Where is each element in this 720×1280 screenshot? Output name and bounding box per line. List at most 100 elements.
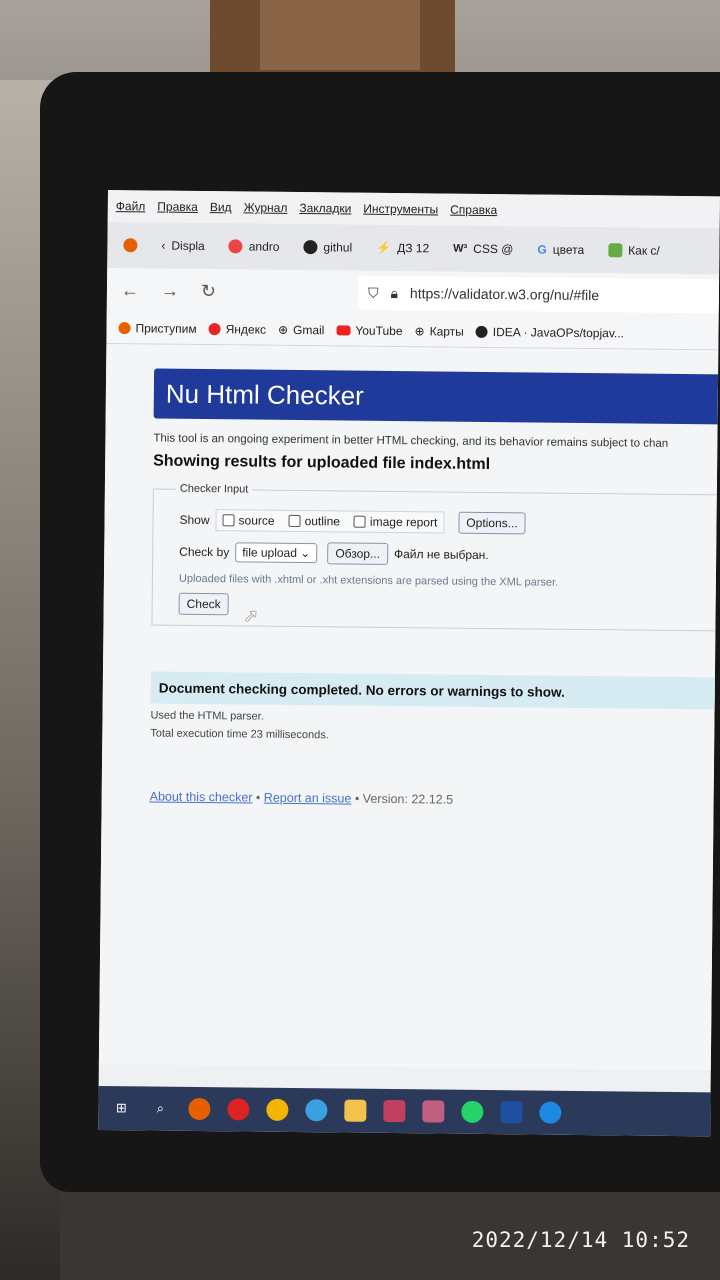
- shield-icon[interactable]: ⛉: [368, 284, 379, 301]
- app-icon[interactable]: [383, 1099, 406, 1123]
- globe-icon: ⊕: [414, 323, 425, 338]
- chevron-down-icon: ⌄: [300, 546, 311, 561]
- check-by-row: Check by file upload ⌄ Обзор... Файл не …: [179, 541, 720, 569]
- check-button[interactable]: Check: [178, 592, 229, 616]
- version-text: • Version: 22.12.5: [354, 791, 454, 807]
- menu-history[interactable]: Журнал: [244, 200, 288, 214]
- webstorm-icon[interactable]: [500, 1101, 523, 1124]
- google-icon: G: [537, 242, 547, 257]
- fieldset-legend: Checker Input: [179, 482, 249, 496]
- menu-help[interactable]: Справка: [450, 203, 497, 217]
- menu-bookmarks[interactable]: Закладки: [299, 201, 351, 216]
- search-icon[interactable]: ⌕: [149, 1097, 171, 1119]
- check-by-label: Check by: [179, 544, 230, 560]
- tab-label: Displa: [171, 238, 205, 254]
- show-options-group: source outline image report: [215, 509, 445, 534]
- mouse-cursor-icon: ➚: [243, 605, 259, 626]
- checker-input-fieldset: Checker Input Show source outline image …: [151, 482, 720, 632]
- show-label: Show: [179, 512, 210, 528]
- tab-colors[interactable]: Gцвета: [531, 242, 590, 257]
- firefox-icon: [123, 238, 138, 253]
- parser-info: Used the HTML parser.: [150, 709, 264, 723]
- app-icon[interactable]: [422, 1100, 445, 1123]
- windows-taskbar: ⊞ ⌕: [98, 1085, 711, 1137]
- java-icon: [228, 239, 243, 254]
- photo-timestamp: 2022/12/14 10:52: [471, 1228, 690, 1252]
- check-by-select[interactable]: file upload ⌄: [235, 542, 318, 564]
- github-icon: [475, 325, 488, 338]
- bookmark-item[interactable]: Приступим: [118, 320, 197, 336]
- url-text: https://validator.w3.org/nu/#file: [409, 285, 600, 304]
- bookmark-label: Gmail: [292, 322, 325, 337]
- bookmark-label: Приступим: [135, 320, 197, 336]
- bookmark-item[interactable]: IDEA · JavaOPs/topjav...: [475, 324, 624, 340]
- tab-label: CSS @: [473, 241, 514, 257]
- edge-icon[interactable]: [305, 1099, 328, 1122]
- image-report-checkbox[interactable]: [353, 515, 367, 528]
- lock-icon[interactable]: 🔒︎: [390, 284, 398, 301]
- checkbox-label: image report: [369, 514, 438, 530]
- reload-icon[interactable]: ↻: [201, 280, 216, 301]
- bolt-icon: ⚡: [376, 240, 392, 255]
- tab-label: andro: [248, 239, 280, 254]
- options-button[interactable]: Options...: [458, 511, 526, 535]
- tab-displa[interactable]: ‹ Displa: [155, 239, 211, 254]
- menu-file[interactable]: Файл: [116, 199, 146, 213]
- outline-checkbox-item[interactable]: outline: [288, 514, 341, 529]
- tab-github[interactable]: githul: [297, 240, 358, 255]
- back-icon: ‹: [161, 238, 166, 253]
- tab-label: цвета: [552, 242, 585, 257]
- bookmark-item[interactable]: YouTube: [336, 323, 403, 338]
- firefox-icon[interactable]: [188, 1097, 211, 1121]
- monitor-screen: Файл Правка Вид Журнал Закладки Инструме…: [98, 190, 720, 1137]
- checkbox-label: outline: [304, 514, 341, 529]
- no-file-text: Файл не выбран.: [393, 547, 489, 563]
- success-message: Document checking completed. No errors o…: [150, 671, 720, 710]
- select-value: file upload: [242, 545, 298, 560]
- menu-view[interactable]: Вид: [210, 200, 232, 214]
- youtube-icon: [336, 324, 351, 336]
- about-link[interactable]: About this checker: [150, 789, 253, 804]
- checkbox-label: source: [238, 513, 275, 528]
- tab-label: Как с/: [628, 243, 660, 258]
- browser-icon[interactable]: [539, 1101, 562, 1124]
- folder-icon[interactable]: [344, 1099, 367, 1122]
- menu-edit[interactable]: Правка: [157, 200, 198, 214]
- menu-tools[interactable]: Инструменты: [363, 202, 438, 217]
- page-footer: About this checker • Report an issue • V…: [150, 789, 714, 809]
- yandex-icon: [208, 322, 221, 335]
- bookmark-item[interactable]: ⊕ Карты: [414, 324, 463, 339]
- source-checkbox[interactable]: [222, 514, 235, 527]
- whatsapp-icon[interactable]: [461, 1100, 484, 1123]
- bookmark-item[interactable]: ⊕ Gmail: [278, 322, 325, 336]
- tab-dz12[interactable]: ⚡ ДЗ 12: [370, 241, 435, 256]
- forward-arrow-icon[interactable]: →: [161, 280, 179, 301]
- windows-start-icon[interactable]: ⊞: [110, 1097, 132, 1119]
- bookmark-label: Карты: [429, 323, 464, 339]
- bookmark-item[interactable]: Яндекс: [208, 322, 266, 336]
- page-banner: Nu Html Checker: [153, 368, 719, 425]
- bookmark-label: YouTube: [355, 323, 403, 338]
- tab-css[interactable]: W³ CSS @: [447, 242, 519, 257]
- globe-icon: ⊕: [277, 322, 289, 337]
- tab-kak[interactable]: Как с/: [602, 243, 666, 258]
- url-bar[interactable]: ⛉ 🔒︎ https://validator.w3.org/nu/#file: [357, 275, 720, 314]
- back-arrow-icon[interactable]: ←: [121, 280, 139, 301]
- opera-icon[interactable]: [227, 1098, 250, 1121]
- e-icon: [608, 243, 623, 258]
- show-row: Show source outline image report Options…: [179, 509, 720, 537]
- tab-label: githul: [323, 240, 353, 255]
- image-report-checkbox-item[interactable]: image report: [353, 514, 438, 530]
- source-checkbox-item[interactable]: source: [222, 513, 275, 528]
- results-heading: Showing results for uploaded file index.…: [153, 452, 491, 474]
- outline-checkbox[interactable]: [288, 514, 301, 528]
- background-door-panel: [260, 0, 420, 70]
- tab-firefox[interactable]: [117, 238, 143, 253]
- navigation-bar: ← → ↻ ⛉ 🔒︎ https://validator.w3.org/nu/#…: [106, 267, 720, 319]
- browse-button[interactable]: Обзор...: [327, 542, 389, 565]
- github-icon: [303, 240, 318, 255]
- tab-andro[interactable]: andro: [223, 239, 286, 254]
- intro-text: This tool is an ongoing experiment in be…: [153, 432, 669, 450]
- chrome-icon[interactable]: [266, 1098, 289, 1121]
- report-issue-link[interactable]: Report an issue: [264, 791, 352, 806]
